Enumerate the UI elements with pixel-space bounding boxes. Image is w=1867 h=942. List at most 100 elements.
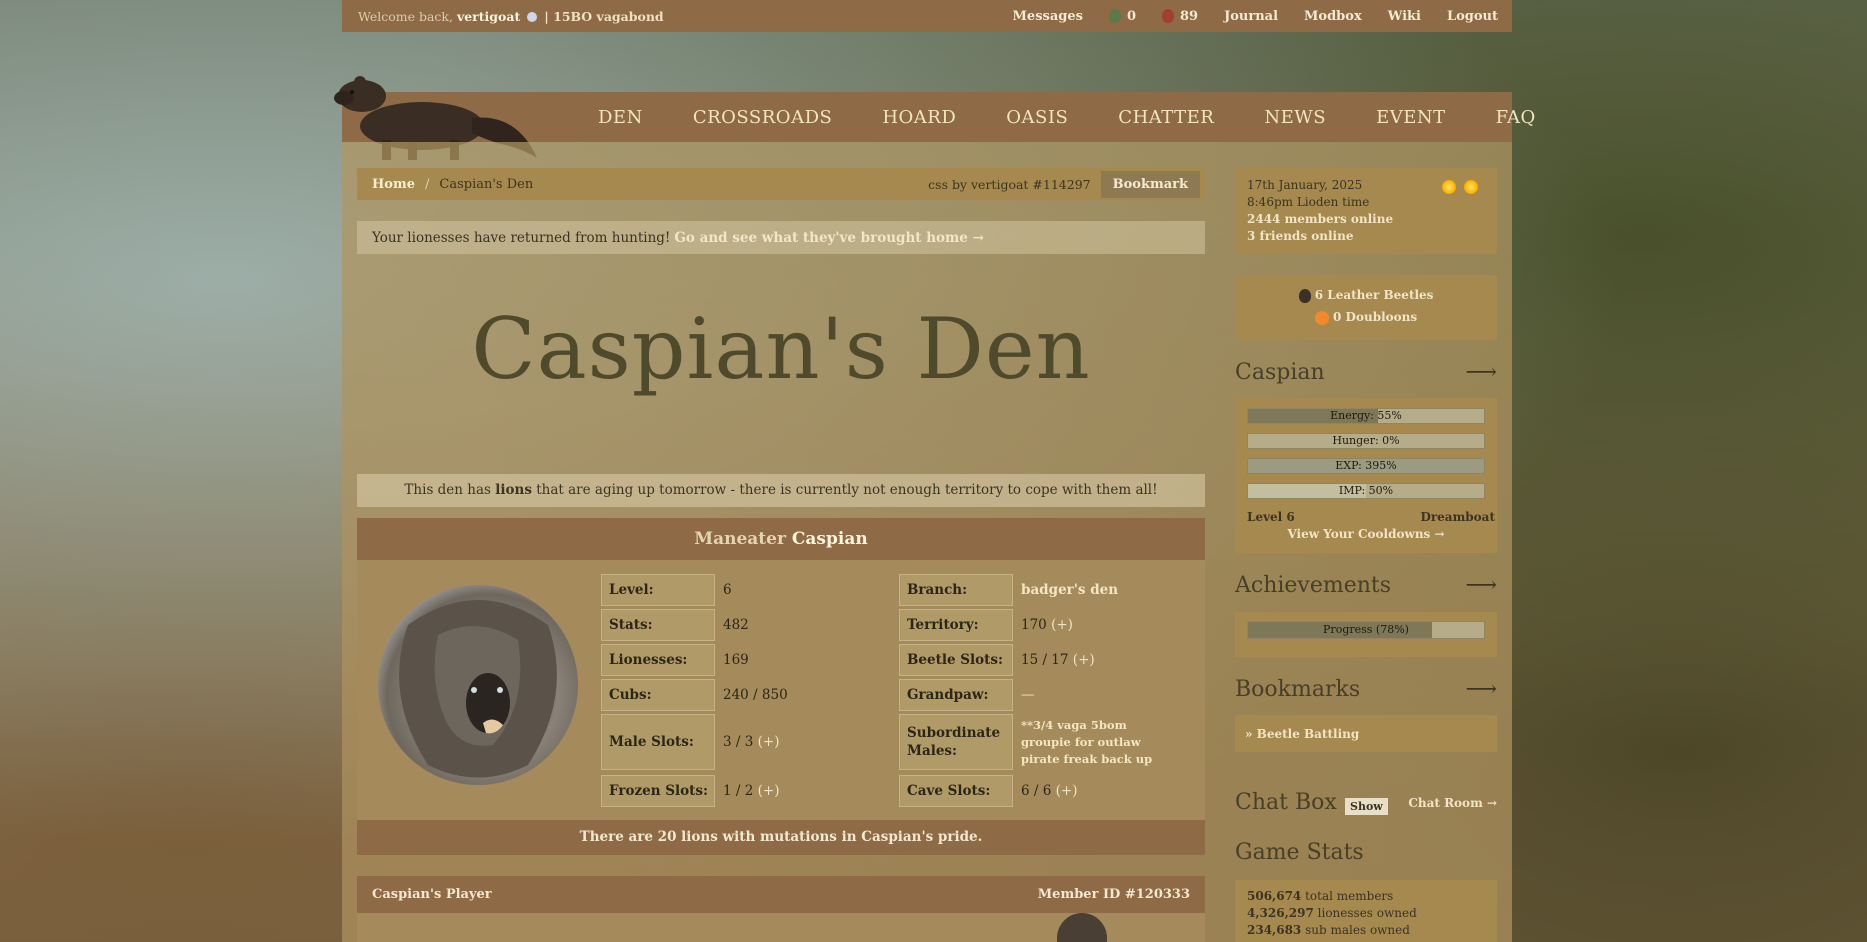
- imp-bar: IMP: 50%: [1247, 483, 1485, 499]
- red-beetle-counter[interactable]: 89: [1162, 9, 1198, 24]
- cubs-value: 240 / 850: [723, 687, 788, 703]
- mutation-link[interactable]: There are 20 lions with mutations in Cas…: [357, 820, 1205, 855]
- subordinate-male-2[interactable]: groupie for outlaw: [1021, 734, 1141, 751]
- time-text: 8:46pm Lioden time: [1247, 195, 1370, 209]
- hunger-bar: Hunger: 0%: [1247, 433, 1485, 449]
- lionesses-value: 169: [723, 652, 749, 668]
- bookmarks-box: » Beetle Battling: [1235, 715, 1497, 752]
- player-panel: [357, 913, 1205, 942]
- chat-room-link[interactable]: Chat Room →: [1408, 796, 1497, 810]
- leather-beetles[interactable]: 6 Leather Beetles: [1235, 284, 1497, 306]
- subordinate-male-3[interactable]: pirate freak back up: [1021, 751, 1152, 768]
- chat-show-button[interactable]: Show: [1345, 798, 1388, 815]
- grandpaw-label: Grandpaw:: [899, 679, 1013, 711]
- breadcrumb-home[interactable]: Home: [372, 177, 415, 192]
- game-stats-heading: Game Stats: [1235, 840, 1364, 865]
- male-slots-value: 3 / 3 (+): [723, 734, 780, 750]
- breadcrumb: Home / Caspian's Den css by vertigoat #1…: [357, 168, 1205, 200]
- breadcrumb-separator: /: [424, 176, 430, 192]
- beetle-slots-add[interactable]: (+): [1073, 652, 1095, 668]
- bookmark-beetle-battling[interactable]: » Beetle Battling: [1245, 727, 1359, 741]
- lion-sidebar-heading: Caspian ⟶: [1235, 360, 1497, 385]
- journal-link[interactable]: Journal: [1224, 9, 1278, 24]
- branch-label: Branch:: [899, 574, 1013, 606]
- messages-link[interactable]: Messages: [1013, 9, 1083, 24]
- cave-slots-add[interactable]: (+): [1056, 783, 1078, 799]
- doubloon-icon: [1314, 310, 1329, 325]
- nav-den[interactable]: DEN: [598, 107, 643, 128]
- hunting-notice: Your lionesses have returned from huntin…: [357, 221, 1205, 254]
- css-credit[interactable]: css by vertigoat #114297: [928, 177, 1090, 192]
- male-slots-add[interactable]: (+): [758, 734, 780, 750]
- top-bar: Welcome back, vertigoat | 15BO vagabond …: [342, 0, 1512, 32]
- achievements-heading: Achievements ⟶: [1235, 573, 1497, 598]
- nav-hoard[interactable]: HOARD: [882, 107, 956, 128]
- currency-box: 6 Leather Beetles 0 Doubloons: [1235, 275, 1497, 340]
- chat-box-title: Chat Box: [1235, 790, 1337, 815]
- breadcrumb-current: Caspian's Den: [439, 176, 534, 192]
- aging-warning: This den has lions that are aging up tom…: [357, 474, 1205, 507]
- nav-oasis[interactable]: OASIS: [1006, 107, 1068, 128]
- lion-arrow-icon[interactable]: ⟶: [1465, 360, 1497, 385]
- achievement-progress-bar: Progress (78%): [1247, 621, 1485, 639]
- subordinate-males-label: Subordinate Males:: [899, 714, 1013, 770]
- stat-sub-males-owned: 234,683 sub males owned: [1247, 923, 1410, 937]
- members-online-link[interactable]: 2444 members online: [1247, 211, 1497, 228]
- green-beetle-counter[interactable]: 0: [1108, 9, 1136, 24]
- player-avatar[interactable]: [1057, 913, 1107, 942]
- lion-title: Maneater: [694, 529, 786, 549]
- username-link[interactable]: vertigoat: [457, 9, 520, 24]
- subordinate-males-list: **3/4 vaga 5bom groupie for outlaw pirat…: [1021, 714, 1152, 770]
- rank-text: Dreamboat: [1420, 510, 1495, 524]
- grandpaw-value: —: [1021, 687, 1035, 703]
- friends-online-link[interactable]: 3 friends online: [1247, 228, 1497, 245]
- frozen-slots-add[interactable]: (+): [758, 783, 780, 799]
- cave-slots-value: 6 / 6 (+): [1021, 783, 1078, 799]
- energy-bar: Energy: 55%: [1247, 408, 1485, 424]
- bookmarks-heading: Bookmarks ⟶: [1235, 677, 1497, 702]
- branch-value[interactable]: badger's den: [1021, 574, 1118, 606]
- stat-lionesses-owned: 4,326,297 lionesses owned: [1247, 906, 1417, 920]
- nav-news[interactable]: NEWS: [1264, 107, 1326, 128]
- nav-crossroads[interactable]: CROSSROADS: [693, 107, 833, 128]
- welcome-text: Welcome back, vertigoat | 15BO vagabond: [358, 8, 664, 24]
- moon-icon: [527, 12, 538, 22]
- den-title: Caspian's Den: [471, 300, 1091, 398]
- lion-avatar[interactable]: [378, 585, 578, 785]
- territory-add[interactable]: (+): [1051, 617, 1073, 633]
- sun-icon: [1442, 180, 1456, 194]
- bookmarks-arrow-icon[interactable]: ⟶: [1465, 677, 1497, 702]
- hunting-notice-link[interactable]: Go and see what they've brought home →: [674, 230, 984, 246]
- male-slots-label: Male Slots:: [601, 714, 715, 770]
- lion-header: Maneater Caspian: [357, 518, 1205, 560]
- beetle-slots-value: 15 / 17 (+): [1021, 652, 1095, 668]
- nav-chatter[interactable]: CHATTER: [1118, 107, 1214, 128]
- stats-value: 482: [723, 617, 749, 633]
- chat-box-header: Chat Box Show Chat Room →: [1235, 790, 1497, 820]
- frozen-slots-label: Frozen Slots:: [601, 775, 715, 807]
- game-stats-box: 506,674 total members 4,326,297 lionesse…: [1235, 880, 1497, 942]
- wiki-link[interactable]: Wiki: [1388, 9, 1421, 24]
- player-header: Caspian's Player Member ID #120333: [357, 876, 1205, 913]
- territory-value: 170 (+): [1021, 617, 1073, 633]
- nav-faq[interactable]: FAQ: [1496, 107, 1536, 128]
- stats-label: Stats:: [601, 609, 715, 641]
- cave-slots-label: Cave Slots:: [899, 775, 1013, 807]
- logout-link[interactable]: Logout: [1447, 9, 1498, 24]
- date-text: 17th January, 2025: [1247, 178, 1363, 192]
- level-text: Level 6: [1247, 510, 1295, 524]
- lion-name[interactable]: Caspian: [792, 529, 868, 549]
- subordinate-male-1[interactable]: **3/4 vaga 5bom: [1021, 717, 1127, 734]
- nav-event[interactable]: EVENT: [1376, 107, 1446, 128]
- achievements-arrow-icon[interactable]: ⟶: [1465, 573, 1497, 598]
- frozen-slots-value: 1 / 2 (+): [723, 783, 780, 799]
- level-label: Level:: [601, 574, 715, 606]
- green-beetle-icon: [1108, 9, 1121, 23]
- bookmark-button[interactable]: Bookmark: [1100, 170, 1200, 198]
- cooldowns-link[interactable]: View Your Cooldowns →: [1235, 527, 1497, 541]
- modbox-link[interactable]: Modbox: [1304, 9, 1362, 24]
- beetle-slots-label: Beetle Slots:: [899, 644, 1013, 676]
- sun-icon: [1464, 180, 1478, 194]
- user-title: | 15BO vagabond: [544, 8, 664, 24]
- doubloons[interactable]: 0 Doubloons: [1235, 306, 1497, 328]
